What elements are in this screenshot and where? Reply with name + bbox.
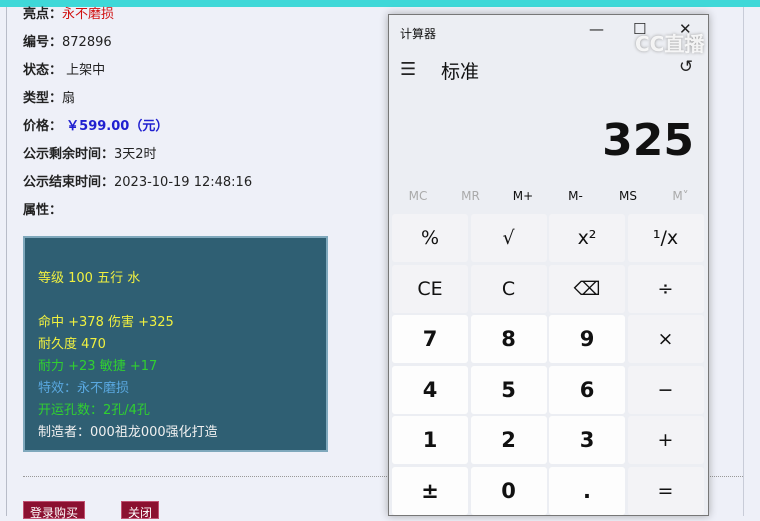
divider	[6, 7, 7, 516]
attr-line: 制造者：000祖龙000强化打造	[38, 425, 218, 440]
calc-key[interactable]: 1	[392, 416, 468, 464]
watermark: CC直播	[635, 32, 705, 56]
type-label: 类型：	[23, 91, 63, 106]
calc-key[interactable]: 8	[470, 315, 547, 363]
id-label: 编号：	[23, 35, 63, 50]
attr-line: 特效：永不磨损	[38, 381, 130, 396]
memory-button[interactable]: M˅	[656, 189, 706, 203]
calc-key[interactable]: CE	[392, 264, 468, 313]
calc-key[interactable]: x²	[549, 214, 625, 262]
display: 325	[602, 115, 694, 166]
attr-label: 属性：	[23, 203, 63, 218]
calc-key[interactable]: −	[627, 365, 704, 414]
calc-key[interactable]: √	[470, 214, 547, 262]
attr-line: 命中 +378 伤害 +325	[38, 315, 174, 330]
calc-key[interactable]: 3	[549, 416, 625, 464]
calc-key[interactable]: 0	[470, 466, 547, 515]
calc-key[interactable]: %	[392, 214, 468, 262]
memory-button[interactable]: MR	[446, 189, 496, 203]
close-button[interactable]: 关闭	[121, 501, 160, 520]
memory-button[interactable]: M-	[551, 189, 601, 203]
calculator-window: 计算器 — ☐ ✕ ☰ 标准 ↺ 325 MC MR M+ M- MS M˅% √ x² ¹/x…	[388, 14, 709, 516]
window-title: 计算器	[400, 27, 437, 41]
attr-line: 耐力 +23 敏捷 +17	[38, 359, 158, 374]
highlight-label: 亮点：	[23, 7, 63, 22]
history-icon[interactable]: ↺	[679, 57, 693, 77]
calc-key[interactable]: C	[470, 264, 547, 313]
menu-icon[interactable]: ☰	[400, 59, 416, 80]
calc-key[interactable]: +	[627, 416, 704, 464]
calc-key[interactable]: 2	[470, 416, 547, 464]
memory-button[interactable]: MS	[603, 189, 653, 203]
calc-key[interactable]: 9	[549, 315, 625, 363]
attribute-box: 等级 100 五行 水 命中 +378 伤害 +325 耐久度 470 耐力 +…	[23, 236, 328, 452]
calc-key[interactable]: 7	[392, 315, 468, 363]
memory-button[interactable]: MC	[393, 189, 443, 203]
highlight-value: 永不磨损	[62, 7, 115, 22]
calc-key[interactable]: =	[627, 466, 704, 515]
memory-button[interactable]: M+	[498, 189, 548, 203]
calc-key[interactable]: ±	[392, 466, 468, 515]
login-buy-button[interactable]: 登录购买	[23, 501, 86, 520]
status-label: 状态：	[23, 63, 63, 78]
price-value: ￥599.00（元）	[66, 119, 169, 134]
divider	[743, 7, 744, 516]
calc-key[interactable]: ¹/x	[627, 214, 704, 262]
price-label: 价格：	[23, 119, 63, 134]
remaining-label: 公示剩余时间：	[23, 147, 115, 162]
end-value: 2023-10-19 12:48:16	[114, 175, 253, 190]
id-value: 872896	[62, 35, 112, 50]
calc-key[interactable]: 4	[392, 365, 468, 414]
calc-key[interactable]: ⌫	[549, 264, 625, 313]
minimize-icon[interactable]: —	[589, 20, 604, 38]
attr-line: 等级 100 五行 水	[38, 271, 141, 286]
attr-line: 耐久度 470	[38, 337, 106, 352]
calc-key[interactable]: .	[549, 466, 625, 515]
calc-key[interactable]: 6	[549, 365, 625, 414]
attr-line: 开运孔数：2孔/4孔	[38, 403, 150, 418]
item-info: 亮点：永不磨损 编号：872896 状态： 上架中 类型：扇 价格： ￥599.…	[23, 6, 252, 230]
remaining-value: 3天2时	[114, 147, 157, 162]
type-value: 扇	[62, 91, 76, 106]
status-value: 上架中	[66, 63, 106, 78]
calc-key[interactable]: 5	[470, 365, 547, 414]
calc-key[interactable]: ÷	[627, 264, 704, 313]
calc-key[interactable]: ×	[627, 315, 704, 363]
end-label: 公示结束时间：	[23, 175, 115, 190]
mode-title: 标准	[441, 61, 480, 83]
